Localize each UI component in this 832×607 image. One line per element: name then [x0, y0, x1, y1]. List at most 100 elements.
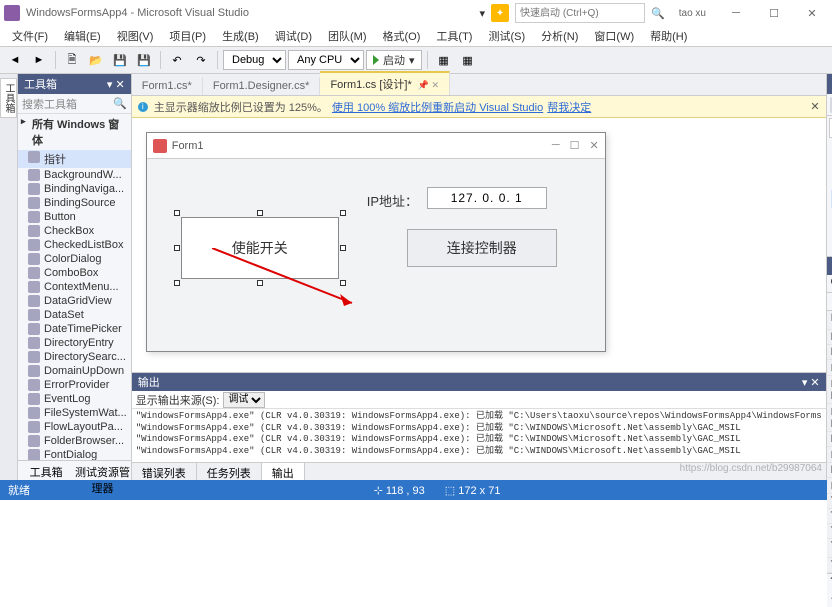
menu-item[interactable]: 格式(O)	[377, 26, 427, 46]
menu-item[interactable]: 分析(N)	[535, 26, 584, 46]
panel-controls[interactable]: ▾ ✕	[107, 78, 125, 91]
drive-switch-control[interactable]: 使能开关	[181, 217, 339, 279]
toolbox-item[interactable]: CheckedListBox	[18, 238, 131, 252]
document-tab[interactable]: Form1.cs [设计]*📌 ✕	[320, 71, 450, 95]
toolbox-item[interactable]: FontDialog	[18, 448, 131, 460]
help-link[interactable]: 帮我决定	[547, 99, 591, 115]
toolbox-item[interactable]: ErrorProvider	[18, 378, 131, 392]
menu-item[interactable]: 工具(T)	[430, 26, 478, 46]
platform-select[interactable]: Any CPU	[288, 50, 364, 70]
solex-toolbar[interactable]	[827, 94, 832, 116]
props-toolbar[interactable]	[827, 293, 832, 311]
menu-item[interactable]: 团队(M)	[322, 26, 373, 46]
panel-controls[interactable]: ▾ ✕	[802, 376, 820, 389]
config-select[interactable]: Debug	[223, 50, 286, 70]
menu-item[interactable]: 视图(V)	[111, 26, 160, 46]
undo-icon[interactable]: ↶	[166, 49, 188, 71]
nav-fwd-icon[interactable]: ►	[28, 49, 50, 71]
save-icon[interactable]: 💾	[109, 49, 131, 71]
bottom-tab[interactable]: 任务列表	[197, 463, 262, 480]
menu-item[interactable]: 文件(F)	[6, 26, 54, 46]
toolbox-item[interactable]: DirectorySearc...	[18, 350, 131, 364]
align-icon[interactable]: ▦	[433, 49, 455, 71]
minimize-button[interactable]: ─	[720, 3, 752, 23]
toolbox-item[interactable]: FolderBrowser...	[18, 434, 131, 448]
toolbox-item[interactable]: DirectoryEntry	[18, 336, 131, 350]
prop-row[interactable]: ImageList(无)	[827, 311, 832, 330]
prop-row[interactable]: LockedFalse	[827, 345, 832, 360]
infobar-close-icon[interactable]: ✕	[810, 100, 819, 113]
connect-button[interactable]: 连接控制器	[407, 229, 557, 267]
toolbox-item[interactable]: DataSet	[18, 308, 131, 322]
prop-row[interactable]: TextAlignMiddleCenter	[827, 558, 832, 573]
output-source-select[interactable]: 调试	[223, 392, 265, 408]
toolbox-search[interactable]: 搜索工具箱🔍	[18, 94, 131, 114]
form-designer[interactable]: Form1 ─☐✕ 使能开关 IP地址： 127. 0. 0. 1 连接控制器	[132, 118, 826, 372]
menu-item[interactable]: 窗口(W)	[588, 26, 640, 46]
redo-icon[interactable]: ↷	[190, 49, 212, 71]
document-tab[interactable]: Form1.cs*	[132, 77, 203, 95]
toolbox-item[interactable]: BindingNaviga...	[18, 182, 131, 196]
prop-row[interactable]: RightToLeftNo	[827, 463, 832, 478]
prop-row[interactable]: Location118, 93	[827, 330, 832, 345]
maximize-button[interactable]: ☐	[758, 3, 790, 23]
prop-row[interactable]: ⊞ MaximumSize0, 0	[827, 376, 832, 404]
solex-search[interactable]: 搜索解决方案资源管理器(Ctrl+;)	[829, 118, 832, 138]
prop-row[interactable]: TabIndex1	[827, 494, 832, 509]
menu-item[interactable]: 生成(B)	[216, 26, 265, 46]
menu-item[interactable]: 帮助(H)	[644, 26, 693, 46]
toolbox-item[interactable]: ColorDialog	[18, 252, 131, 266]
ip-field[interactable]: 127. 0. 0. 1	[427, 187, 547, 209]
nav-back-icon[interactable]: ◄	[4, 49, 26, 71]
props-selection[interactable]: drive_switch System.Windows.Forms.I	[827, 275, 832, 293]
menu-item[interactable]: 编辑(E)	[58, 26, 107, 46]
toolbox-item[interactable]: BackgroundW...	[18, 168, 131, 182]
prop-row[interactable]: Tag	[827, 524, 832, 539]
toolbox-item[interactable]: 指针	[18, 150, 131, 168]
prop-row[interactable]: ⊞ Size172, 71	[827, 478, 832, 494]
toolbox-item[interactable]: EventLog	[18, 392, 131, 406]
toolbox-item[interactable]: FlowLayoutPa...	[18, 420, 131, 434]
prop-row[interactable]: Text使能开关	[827, 539, 832, 558]
toolbox-tab-footer[interactable]: 工具箱	[18, 461, 74, 480]
save-all-icon[interactable]: 💾	[133, 49, 155, 71]
notification-icon[interactable]: ▾	[480, 7, 486, 20]
prop-row[interactable]: TabStopTrue	[827, 509, 832, 524]
bottom-tab[interactable]: 输出	[262, 463, 305, 480]
open-icon[interactable]: 📂	[85, 49, 107, 71]
left-vertical-tab[interactable]: 工具箱	[0, 74, 18, 480]
close-button[interactable]: ✕	[796, 3, 828, 23]
form-close-icon[interactable]: ✕	[590, 139, 599, 152]
toolbox-item[interactable]: Button	[18, 210, 131, 224]
toolbox-item[interactable]: BindingSource	[18, 196, 131, 210]
toolbox-item[interactable]: DataGridView	[18, 294, 131, 308]
feedback-icon[interactable]: ✦	[491, 4, 509, 22]
toolbox-item[interactable]: ContextMenu...	[18, 280, 131, 294]
align-icon[interactable]: ▦	[457, 49, 479, 71]
menu-item[interactable]: 测试(S)	[482, 26, 531, 46]
document-tab[interactable]: Form1.Designer.cs*	[203, 77, 321, 95]
form-min-icon[interactable]: ─	[552, 139, 560, 152]
toolbox-item[interactable]: DateTimePicker	[18, 322, 131, 336]
toolbox-item[interactable]: FileSystemWat...	[18, 406, 131, 420]
user-name[interactable]: tao xu	[679, 8, 706, 19]
toolbox-item[interactable]: ComboBox	[18, 266, 131, 280]
prop-row[interactable]: ModifiersPrivate	[827, 432, 832, 447]
restart-link[interactable]: 使用 100% 缩放比例重新启动 Visual Studio	[332, 99, 543, 115]
new-icon[interactable]: 🗎	[61, 49, 83, 71]
menu-item[interactable]: 项目(P)	[163, 26, 212, 46]
prop-row[interactable]: ⊞ MinimumSize0, 0	[827, 404, 832, 432]
toolbox-group[interactable]: 所有 Windows 窗体	[18, 114, 131, 150]
prop-row[interactable]: ⊞ Margin3, 3, 3, 3	[827, 360, 832, 376]
toolbox-tab[interactable]: 工具箱	[0, 78, 17, 118]
start-button[interactable]: 启动 ▾	[366, 50, 422, 70]
menu-item[interactable]: 调试(D)	[269, 26, 318, 46]
prop-row[interactable]: ⊞ Padding0, 0, 0, 0	[827, 447, 832, 463]
search-icon[interactable]: 🔍	[651, 7, 665, 20]
test-explorer-tab[interactable]: 测试资源管理器	[74, 461, 130, 480]
bottom-tab[interactable]: 错误列表	[132, 463, 197, 480]
form-max-icon[interactable]: ☐	[570, 139, 580, 152]
quick-launch-input[interactable]	[515, 3, 645, 23]
toolbox-item[interactable]: DomainUpDown	[18, 364, 131, 378]
form-window[interactable]: Form1 ─☐✕ 使能开关 IP地址： 127. 0. 0. 1 连接控制器	[146, 132, 606, 352]
